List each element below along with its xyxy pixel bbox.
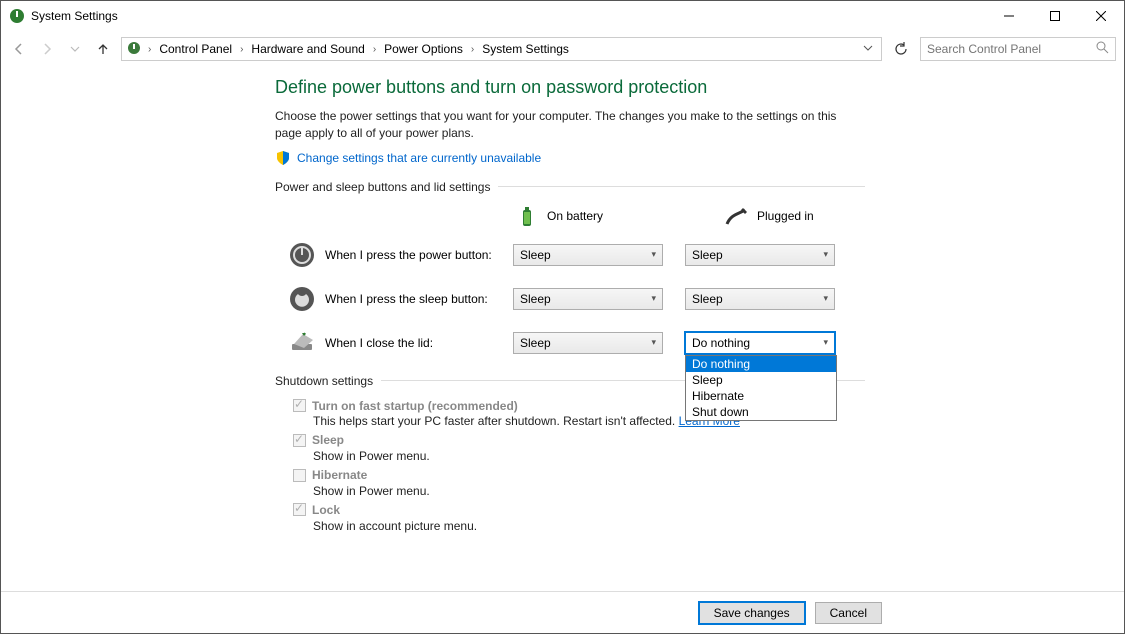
forward-button[interactable] bbox=[37, 39, 57, 59]
chevron-down-icon: ▾ bbox=[651, 337, 656, 348]
search-input[interactable] bbox=[927, 42, 1096, 56]
search-box[interactable] bbox=[920, 37, 1116, 61]
mode-header: On battery Plugged in bbox=[515, 204, 865, 228]
sleep-button-label: When I press the sleep button: bbox=[325, 292, 513, 306]
close-button[interactable] bbox=[1078, 1, 1124, 31]
titlebar: System Settings bbox=[1, 1, 1124, 31]
chevron-down-icon: ▾ bbox=[823, 249, 828, 260]
close-lid-battery-select[interactable]: Sleep▾ bbox=[513, 332, 663, 354]
minimize-button[interactable] bbox=[986, 1, 1032, 31]
shutdown-sleep: Sleep Show in Power menu. bbox=[293, 432, 865, 463]
up-button[interactable] bbox=[93, 39, 113, 59]
breadcrumb-control-panel[interactable]: Control Panel bbox=[157, 40, 234, 58]
window-controls bbox=[986, 1, 1124, 31]
fast-startup-checkbox[interactable] bbox=[293, 399, 306, 412]
power-button-plugged-select[interactable]: Sleep▾ bbox=[685, 244, 835, 266]
sleep-button-plugged-select[interactable]: Sleep▾ bbox=[685, 288, 835, 310]
breadcrumb-hardware-and-sound[interactable]: Hardware and Sound bbox=[249, 40, 366, 58]
save-changes-button[interactable]: Save changes bbox=[699, 602, 805, 624]
option-sleep[interactable]: Sleep bbox=[686, 372, 836, 388]
chevron-right-icon: › bbox=[240, 44, 243, 55]
lock-checkbox[interactable] bbox=[293, 503, 306, 516]
option-shut-down[interactable]: Shut down bbox=[686, 404, 836, 420]
search-icon bbox=[1096, 41, 1109, 57]
refresh-button[interactable] bbox=[890, 38, 912, 60]
row-power-button: When I press the power button: Sleep▾ Sl… bbox=[275, 242, 865, 268]
chevron-right-icon: › bbox=[373, 44, 376, 55]
mode-battery: On battery bbox=[515, 204, 655, 228]
hibernate-checkbox[interactable] bbox=[293, 469, 306, 482]
footer: Save changes Cancel bbox=[1, 591, 1124, 633]
close-lid-label: When I close the lid: bbox=[325, 336, 513, 350]
row-sleep-button: When I press the sleep button: Sleep▾ Sl… bbox=[275, 286, 865, 312]
close-lid-plugged-select[interactable]: Do nothing▾ Do nothing Sleep Hibernate S… bbox=[685, 332, 835, 354]
window-title: System Settings bbox=[31, 9, 118, 23]
plug-icon bbox=[725, 204, 749, 228]
power-button-icon bbox=[289, 242, 315, 268]
power-button-label: When I press the power button: bbox=[325, 248, 513, 262]
shutdown-hibernate: Hibernate Show in Power menu. bbox=[293, 467, 865, 498]
row-close-lid: When I close the lid: Sleep▾ Do nothing▾… bbox=[275, 330, 865, 356]
address-bar[interactable]: › Control Panel › Hardware and Sound › P… bbox=[121, 37, 882, 61]
sleep-button-icon bbox=[289, 286, 315, 312]
page-description: Choose the power settings that you want … bbox=[275, 108, 865, 142]
mode-plugged-in: Plugged in bbox=[725, 204, 865, 228]
admin-link-row: Change settings that are currently unava… bbox=[275, 150, 865, 166]
chevron-down-icon: ▾ bbox=[651, 293, 656, 304]
change-settings-admin-link[interactable]: Change settings that are currently unava… bbox=[297, 151, 541, 165]
cancel-button[interactable]: Cancel bbox=[815, 602, 882, 624]
history-dropdown-icon[interactable] bbox=[65, 39, 85, 59]
sleep-button-battery-select[interactable]: Sleep▾ bbox=[513, 288, 663, 310]
location-icon bbox=[126, 40, 142, 59]
option-do-nothing[interactable]: Do nothing bbox=[686, 356, 836, 372]
option-hibernate[interactable]: Hibernate bbox=[686, 388, 836, 404]
address-dropdown-icon[interactable] bbox=[859, 42, 877, 56]
navigation-bar: › Control Panel › Hardware and Sound › P… bbox=[1, 31, 1124, 67]
page-heading: Define power buttons and turn on passwor… bbox=[275, 77, 865, 98]
battery-icon bbox=[515, 204, 539, 228]
laptop-lid-icon bbox=[289, 330, 315, 356]
breadcrumb-system-settings[interactable]: System Settings bbox=[480, 40, 571, 58]
shield-icon bbox=[275, 150, 291, 166]
back-button[interactable] bbox=[9, 39, 29, 59]
maximize-button[interactable] bbox=[1032, 1, 1078, 31]
chevron-down-icon: ▾ bbox=[823, 293, 828, 304]
power-button-battery-select[interactable]: Sleep▾ bbox=[513, 244, 663, 266]
close-lid-plugged-options: Do nothing Sleep Hibernate Shut down bbox=[685, 355, 837, 421]
content-area: Define power buttons and turn on passwor… bbox=[275, 77, 865, 537]
chevron-down-icon: ▾ bbox=[823, 337, 828, 348]
app-icon bbox=[9, 8, 25, 24]
chevron-right-icon: › bbox=[148, 44, 151, 55]
sleep-checkbox[interactable] bbox=[293, 434, 306, 447]
chevron-right-icon: › bbox=[471, 44, 474, 55]
shutdown-lock: Lock Show in account picture menu. bbox=[293, 502, 865, 533]
breadcrumb-power-options[interactable]: Power Options bbox=[382, 40, 465, 58]
group-power-sleep-lid: Power and sleep buttons and lid settings bbox=[275, 180, 865, 194]
chevron-down-icon: ▾ bbox=[651, 249, 656, 260]
